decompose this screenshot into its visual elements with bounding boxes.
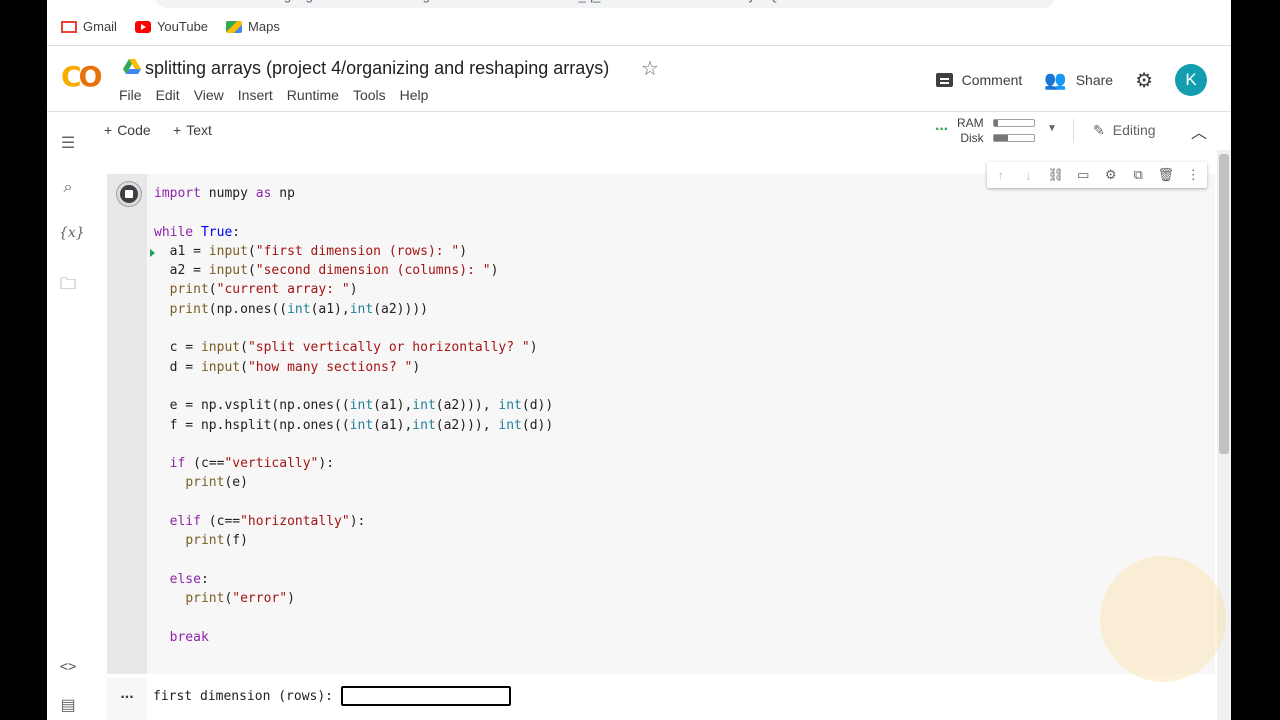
drive-icon [123, 59, 141, 74]
pencil-icon: ✎ [1093, 122, 1105, 138]
cursor-marker-icon [150, 249, 155, 257]
ram-usage-fill [994, 120, 998, 126]
gear-icon[interactable]: ⚙ [1102, 167, 1120, 183]
comment-button[interactable]: Comment [935, 72, 1023, 88]
link-icon[interactable]: ⛓ [1047, 167, 1065, 183]
bookmarks-bar: Gmail YouTube Maps [47, 8, 1231, 46]
terminal-icon[interactable]: ▤ [59, 695, 77, 715]
menu-tools[interactable]: Tools [353, 87, 386, 103]
notebook-title[interactable]: splitting arrays (project 4/organizing a… [145, 58, 609, 79]
star-icon[interactable]: ☆ [641, 56, 659, 81]
left-rail: ☰ ⌕ {x} 🗀 <> ▤ [47, 113, 87, 720]
menu-view[interactable]: View [194, 87, 224, 103]
plus-icon: + [104, 122, 113, 138]
avatar[interactable]: K [1175, 64, 1207, 96]
colab-logo[interactable]: CO [61, 60, 102, 93]
share-button[interactable]: 👥 Share [1044, 70, 1113, 91]
code-cell[interactable]: import numpy as np while True: a1 = inpu… [107, 162, 1215, 720]
plus-icon: + [173, 122, 182, 138]
share-people-icon: 👥 [1044, 69, 1067, 90]
gear-icon[interactable]: ⚙ [1135, 68, 1153, 93]
code-text[interactable]: import numpy as np while True: a1 = inpu… [154, 184, 553, 647]
scrollbar-thumb[interactable] [1219, 154, 1229, 454]
chevron-down-icon[interactable]: ▼ [1047, 123, 1057, 134]
add-text-button[interactable]: + Text [173, 122, 212, 138]
input-prompt-label: first dimension (rows): [153, 689, 334, 704]
folder-icon[interactable]: 🗀 [59, 273, 77, 300]
bookmark-label: YouTube [156, 19, 209, 34]
stdin-input-field[interactable] [341, 686, 511, 706]
arrow-up-icon[interactable]: ↑ [992, 168, 1010, 183]
toc-icon[interactable]: ☰ [59, 133, 77, 153]
menu-bar: File Edit View Insert Runtime Tools Help [119, 87, 428, 103]
resource-labels[interactable]: RAM Disk [957, 116, 984, 146]
disk-label: Disk [960, 131, 984, 145]
toolbar-divider [1073, 119, 1074, 143]
notebook-area: import numpy as np while True: a1 = inpu… [87, 150, 1231, 720]
code-snippets-icon[interactable]: <> [59, 659, 77, 675]
cell-gutter [107, 174, 147, 674]
address-bar[interactable]: colab.research.google.com/drive/1wvNtghU… [155, 0, 1055, 8]
connected-status-icon[interactable]: ··· [935, 121, 949, 139]
comment-icon [935, 73, 953, 87]
chevron-up-icon[interactable]: ︿ [1191, 119, 1207, 143]
output-menu-icon[interactable]: ... [107, 678, 147, 720]
notebook-toolbar: + Code + Text ··· RAM Disk ▼ ✎ Editing ︿ [47, 113, 1231, 149]
add-code-label: Code [117, 122, 151, 138]
youtube-icon [134, 20, 151, 33]
add-code-button[interactable]: + Code [104, 122, 151, 138]
arrow-down-icon[interactable]: ↓ [1019, 168, 1037, 183]
variables-icon[interactable]: {x} [59, 225, 85, 241]
search-icon[interactable]: ⌕ [59, 179, 77, 197]
menu-file[interactable]: File [119, 87, 142, 103]
channel-watermark [1100, 556, 1226, 682]
more-vert-icon[interactable]: ⋮ [1184, 167, 1202, 183]
ram-label: RAM [957, 116, 984, 130]
bookmark-label: Maps [248, 19, 280, 34]
bookmark-label: Gmail [83, 19, 117, 34]
gmail-icon [61, 20, 77, 33]
comment-label: Comment [961, 72, 1023, 88]
editing-label: Editing [1112, 122, 1156, 138]
colab-window: colab.research.google.com/drive/1wvNtghU… [47, 0, 1231, 720]
share-label: Share [1075, 72, 1114, 88]
editing-mode-button[interactable]: ✎ Editing [1093, 122, 1156, 139]
trash-icon[interactable]: 🗑 [1157, 167, 1175, 183]
cell-output: ... first dimension (rows): [107, 678, 1215, 720]
code-editor[interactable]: import numpy as np while True: a1 = inpu… [147, 174, 1215, 674]
menu-edit[interactable]: Edit [156, 87, 180, 103]
disk-usage-bar [993, 134, 1035, 142]
cell-toolbar: ↑ ↓ ⛓ ▭ ⚙ ⧉ 🗑 ⋮ [987, 162, 1207, 188]
menu-runtime[interactable]: Runtime [287, 87, 339, 103]
disk-usage-fill [994, 135, 1008, 141]
comment-icon[interactable]: ▭ [1074, 167, 1092, 183]
header-actions: Comment 👥 Share ⚙ K [935, 64, 1207, 96]
bookmark-maps[interactable]: Maps [226, 19, 280, 34]
bookmark-gmail[interactable]: Gmail [61, 19, 117, 34]
stop-cell-button[interactable] [117, 182, 141, 206]
bookmark-youtube[interactable]: YouTube [134, 19, 209, 34]
mirror-cell-icon[interactable]: ⧉ [1129, 167, 1147, 183]
colab-header: CO splitting arrays (project 4/organizin… [47, 46, 1231, 112]
menu-help[interactable]: Help [400, 87, 429, 103]
ram-usage-bar [993, 119, 1035, 127]
maps-icon [226, 20, 243, 33]
add-text-label: Text [186, 122, 212, 138]
menu-insert[interactable]: Insert [238, 87, 273, 103]
